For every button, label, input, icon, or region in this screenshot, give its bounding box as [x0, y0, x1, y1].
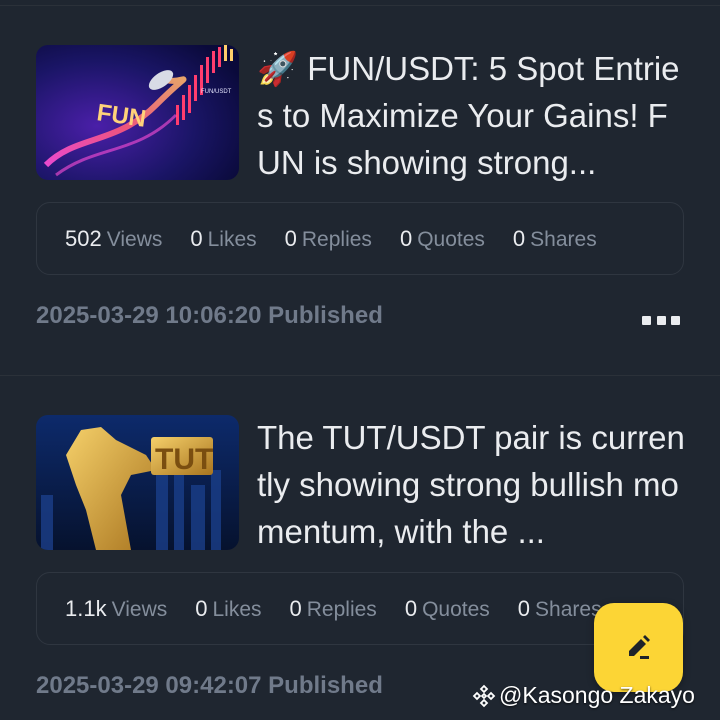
more-horizontal-icon[interactable]: [642, 314, 680, 326]
post-card[interactable]: FUN FUN/USDT 🚀 FUN/USDT: 5 Spot Entries …: [0, 6, 720, 374]
binance-diamond-icon: [472, 684, 496, 707]
author-watermark: @Kasongo Zakayo: [472, 682, 695, 709]
replies-label: Replies: [306, 597, 377, 621]
quotes-stat[interactable]: 0 Quotes: [400, 226, 485, 252]
quotes-count: 0: [399, 225, 413, 251]
shares-count: 0: [517, 595, 531, 621]
post-thumbnail[interactable]: TUT: [36, 415, 239, 550]
compose-post-button[interactable]: [594, 603, 683, 692]
shares-count: 0: [512, 225, 526, 251]
post-thumbnail[interactable]: FUN FUN/USDT: [36, 45, 239, 180]
likes-count: 0: [195, 595, 208, 621]
shares-label: Shares: [535, 597, 602, 621]
edit-pen-icon: [628, 634, 650, 659]
post-text[interactable]: 🚀 FUN/USDT: 5 Spot Entries to Maximize Y…: [257, 45, 687, 186]
quotes-label: Quotes: [422, 597, 490, 621]
watermark-text: @Kasongo Zakayo: [499, 682, 695, 708]
fun-rocket-image: FUN FUN/USDT: [36, 45, 239, 180]
views-count: 502: [65, 225, 102, 251]
likes-stat[interactable]: 0 Likes: [195, 596, 261, 622]
replies-label: Replies: [301, 227, 372, 251]
likes-label: Likes: [207, 227, 257, 251]
shares-stat[interactable]: 0 Shares: [518, 596, 602, 622]
likes-count: 0: [190, 225, 203, 251]
shares-label: Shares: [530, 227, 597, 251]
likes-stat[interactable]: 0 Likes: [190, 226, 256, 252]
replies-stat[interactable]: 0 Replies: [285, 226, 372, 252]
views-stat: 1.1k Views: [65, 596, 167, 622]
svg-text:FUN/USDT: FUN/USDT: [201, 89, 232, 95]
post-stats: 502 Views 0 Likes 0 Replies 0 Quotes 0 S…: [36, 202, 684, 275]
views-label: Views: [111, 597, 168, 621]
published-timestamp: 2025-03-29 09:42:07 Published: [36, 672, 383, 699]
quotes-label: Quotes: [417, 227, 485, 251]
views-label: Views: [106, 227, 163, 251]
post-text[interactable]: The TUT/USDT pair is currently showing s…: [257, 414, 687, 555]
replies-count: 0: [284, 225, 297, 251]
published-timestamp: 2025-03-29 10:06:20 Published: [36, 302, 383, 329]
tut-golden-figure-image: TUT: [36, 415, 239, 550]
thumb-label: TUT: [155, 443, 213, 476]
replies-stat[interactable]: 0 Replies: [290, 596, 377, 622]
post-stats: 1.1k Views 0 Likes 0 Replies 0 Quotes 0 …: [36, 572, 684, 645]
quotes-count: 0: [404, 595, 418, 621]
views-stat: 502 Views: [65, 226, 162, 252]
shares-stat[interactable]: 0 Shares: [513, 226, 597, 252]
views-count: 1.1k: [65, 595, 107, 621]
replies-count: 0: [289, 595, 302, 621]
likes-label: Likes: [212, 597, 262, 621]
quotes-stat[interactable]: 0 Quotes: [405, 596, 490, 622]
